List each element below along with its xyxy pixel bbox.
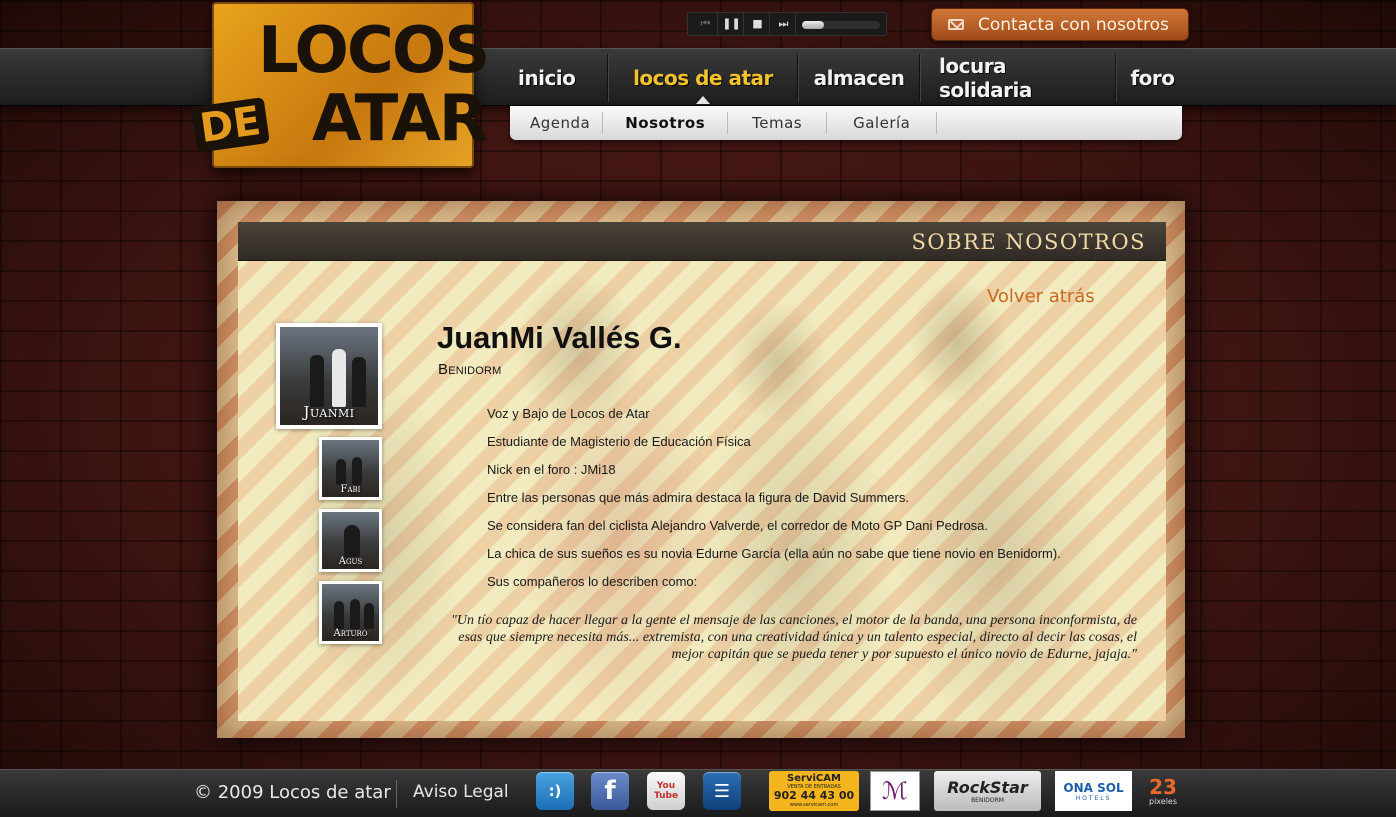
next-track-icon[interactable]: ⏭ (772, 13, 796, 35)
fact-item: Voz y Bajo de Locos de Atar (487, 406, 650, 421)
nav-item-inicio[interactable]: inicio (500, 54, 608, 102)
member-figure (332, 349, 346, 407)
footer-divider (396, 780, 397, 808)
logo-text-locos: LOCOS (258, 14, 490, 88)
main-nav: inicio locos de atar almacen locura soli… (500, 54, 1188, 104)
sponsor-23pixeles-name: pixeles (1148, 796, 1178, 806)
subnav-item-galeria[interactable]: Galería (827, 112, 938, 134)
member-figure (364, 603, 374, 629)
back-link[interactable]: Volver atrás (987, 286, 1095, 307)
member-figure (352, 357, 366, 407)
member-city: Benidorm (438, 361, 502, 378)
fact-item: Se considera fan del ciclista Alejandro … (487, 518, 989, 533)
member-figure (352, 457, 362, 485)
member-thumb-label: Fabi (340, 484, 361, 495)
sponsor-servicam-url: www.servicam.com (789, 802, 839, 808)
member-photo: Arturo (322, 584, 379, 641)
member-photo: Fabi (322, 440, 379, 497)
myspace-glyph: ☰ (713, 780, 731, 802)
sponsor-rockstar-city: BENIDORM (971, 796, 1004, 804)
member-photo: Agus (322, 512, 379, 569)
contact-button-label: Contacta con nosotros (978, 14, 1169, 35)
member-thumb-juanmi[interactable]: Juanmi (276, 323, 382, 429)
fact-item: La chica de sus sueños es su novia Edurn… (487, 546, 1061, 561)
subnav-item-nosotros[interactable]: Nosotros (603, 112, 729, 134)
member-figure (336, 459, 346, 485)
sponsor-onasol-name: ONA SOL (1063, 780, 1124, 795)
sponsor-servicam-phone: 902 44 43 00 (773, 789, 855, 802)
fact-item: Estudiante de Magisterio de Educación Fí… (487, 434, 751, 449)
music-player: ⏮ ❚❚ ■ ⏭ (687, 12, 887, 36)
volume-slider-handle[interactable] (802, 21, 824, 29)
facebook-glyph: f (604, 776, 616, 806)
nav-item-locos-de-atar[interactable]: locos de atar (608, 54, 798, 104)
member-figure (344, 525, 360, 557)
tuenti-icon[interactable]: :) (536, 772, 574, 810)
sponsor-23pixeles-number: 23 (1149, 774, 1177, 799)
member-thumb-arturo[interactable]: Arturo (319, 581, 382, 644)
nav-item-foro[interactable]: foro (1116, 54, 1188, 102)
member-photo: Juanmi (280, 327, 378, 425)
tuenti-glyph: :) (548, 782, 562, 800)
stop-icon[interactable]: ■ (746, 13, 770, 35)
subnav-item-temas[interactable]: Temas (728, 112, 828, 134)
sponsor-servicam[interactable]: ServiCAM VENTA DE ENTRADAS 902 44 43 00 … (769, 771, 859, 811)
sponsor-mask-glyph: ℳ (882, 777, 908, 805)
content-panel: SOBRE NOSOTROS Volver atrás Juanmi Fabi … (238, 222, 1166, 721)
fact-item: Nick en el foro : JMi18 (487, 462, 616, 477)
nav-item-locura-solidaria[interactable]: locura solidaria (920, 54, 1116, 102)
fact-item: Entre las personas que más admira destac… (487, 490, 909, 505)
volume-slider[interactable] (802, 21, 880, 29)
member-name: JuanMi Vallés G. (437, 320, 682, 355)
sponsor-rockstar-name: RockStar (947, 777, 1028, 797)
youtube-icon[interactable]: You Tube (647, 772, 685, 810)
sponsor-onasol-sub: HOTELS (1075, 794, 1112, 802)
sponsor-onasol[interactable]: ONA SOL HOTELS (1055, 771, 1132, 811)
sponsor-23pixeles[interactable]: 23 pixeles (1142, 771, 1184, 811)
facebook-icon[interactable]: f (591, 772, 629, 810)
sponsor-mask-logo[interactable]: ℳ (870, 771, 920, 811)
contact-button[interactable]: Contacta con nosotros (931, 8, 1189, 41)
member-figure (334, 601, 344, 629)
sponsor-rockstar[interactable]: RockStar BENIDORM (934, 771, 1041, 811)
member-figure (350, 599, 360, 629)
member-thumb-fabi[interactable]: Fabi (319, 437, 382, 500)
logo-text-atar: ATAR (312, 82, 488, 156)
sponsor-servicam-name: ServiCAM (787, 773, 841, 784)
youtube-glyph: You Tube (653, 781, 679, 801)
section-title: SOBRE NOSOTROS (911, 230, 1146, 254)
legal-link[interactable]: Aviso Legal (413, 782, 509, 802)
site-logo[interactable]: LOCOS DE ATAR (191, 2, 490, 168)
copyright-text: © 2009 Locos de atar (194, 782, 391, 803)
member-thumb-label: Juanmi (303, 403, 355, 421)
member-thumb-label: Arturo (333, 628, 368, 639)
fact-item: Sus compañeros lo describen como: (487, 574, 698, 589)
member-thumb-label: Agus (338, 556, 363, 567)
pause-icon[interactable]: ❚❚ (720, 13, 744, 35)
member-facts-list: Voz y Bajo de Locos de Atar Estudiante d… (487, 406, 1061, 602)
member-figure (310, 355, 324, 407)
subnav-item-agenda[interactable]: Agenda (518, 112, 604, 134)
member-quote: "Un tío capaz de hacer llegar a la gente… (451, 613, 1137, 662)
sub-nav: Agenda Nosotros Temas Galería (510, 106, 1182, 140)
logo-text-de: DE (191, 97, 270, 153)
member-thumb-agus[interactable]: Agus (319, 509, 382, 572)
mail-icon (948, 19, 964, 30)
nav-item-almacen[interactable]: almacen (798, 54, 920, 102)
previous-track-icon[interactable]: ⏮ (694, 13, 718, 35)
section-header: SOBRE NOSOTROS (238, 222, 1166, 261)
myspace-icon[interactable]: ☰ (703, 772, 741, 810)
